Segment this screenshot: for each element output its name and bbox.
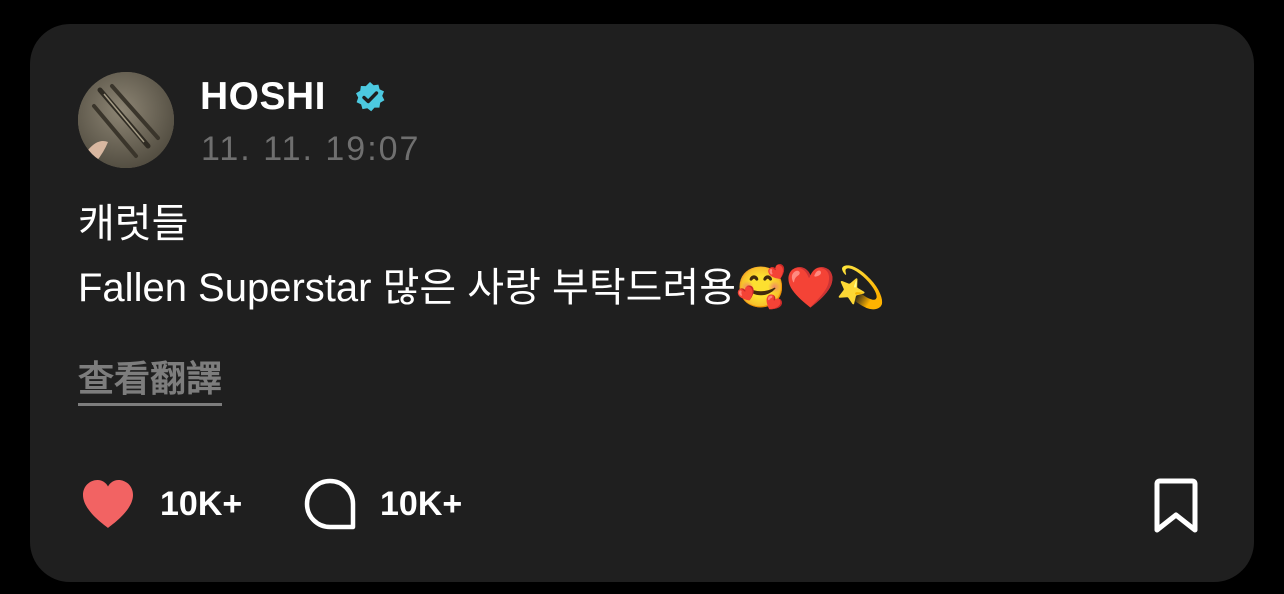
heart-icon: [83, 480, 133, 528]
comment-button[interactable]: 10K+: [304, 476, 462, 532]
comment-bubble-icon: [304, 478, 356, 530]
verified-badge-icon: [356, 82, 385, 112]
bookmark-icon[interactable]: [1152, 478, 1200, 534]
translate-link[interactable]: 查看翻譯: [78, 358, 223, 406]
like-count: 10K+: [160, 485, 243, 523]
post-timestamp: 11. 11. 19:07: [201, 130, 421, 168]
post-text-line: 캐럿들: [78, 202, 189, 246]
post-text-line: Fallen Superstar 많은 사랑 부탁드려용🥰❤️💫: [78, 266, 886, 310]
post-card: HOSHI 11. 11. 19:07 캐럿들 Fallen Superstar…: [30, 24, 1254, 582]
author-name[interactable]: HOSHI: [200, 74, 326, 120]
avatar-photo-icon: [78, 72, 174, 168]
author-avatar[interactable]: [78, 72, 174, 168]
comment-count: 10K+: [380, 485, 463, 523]
like-button[interactable]: 10K+: [80, 476, 242, 532]
